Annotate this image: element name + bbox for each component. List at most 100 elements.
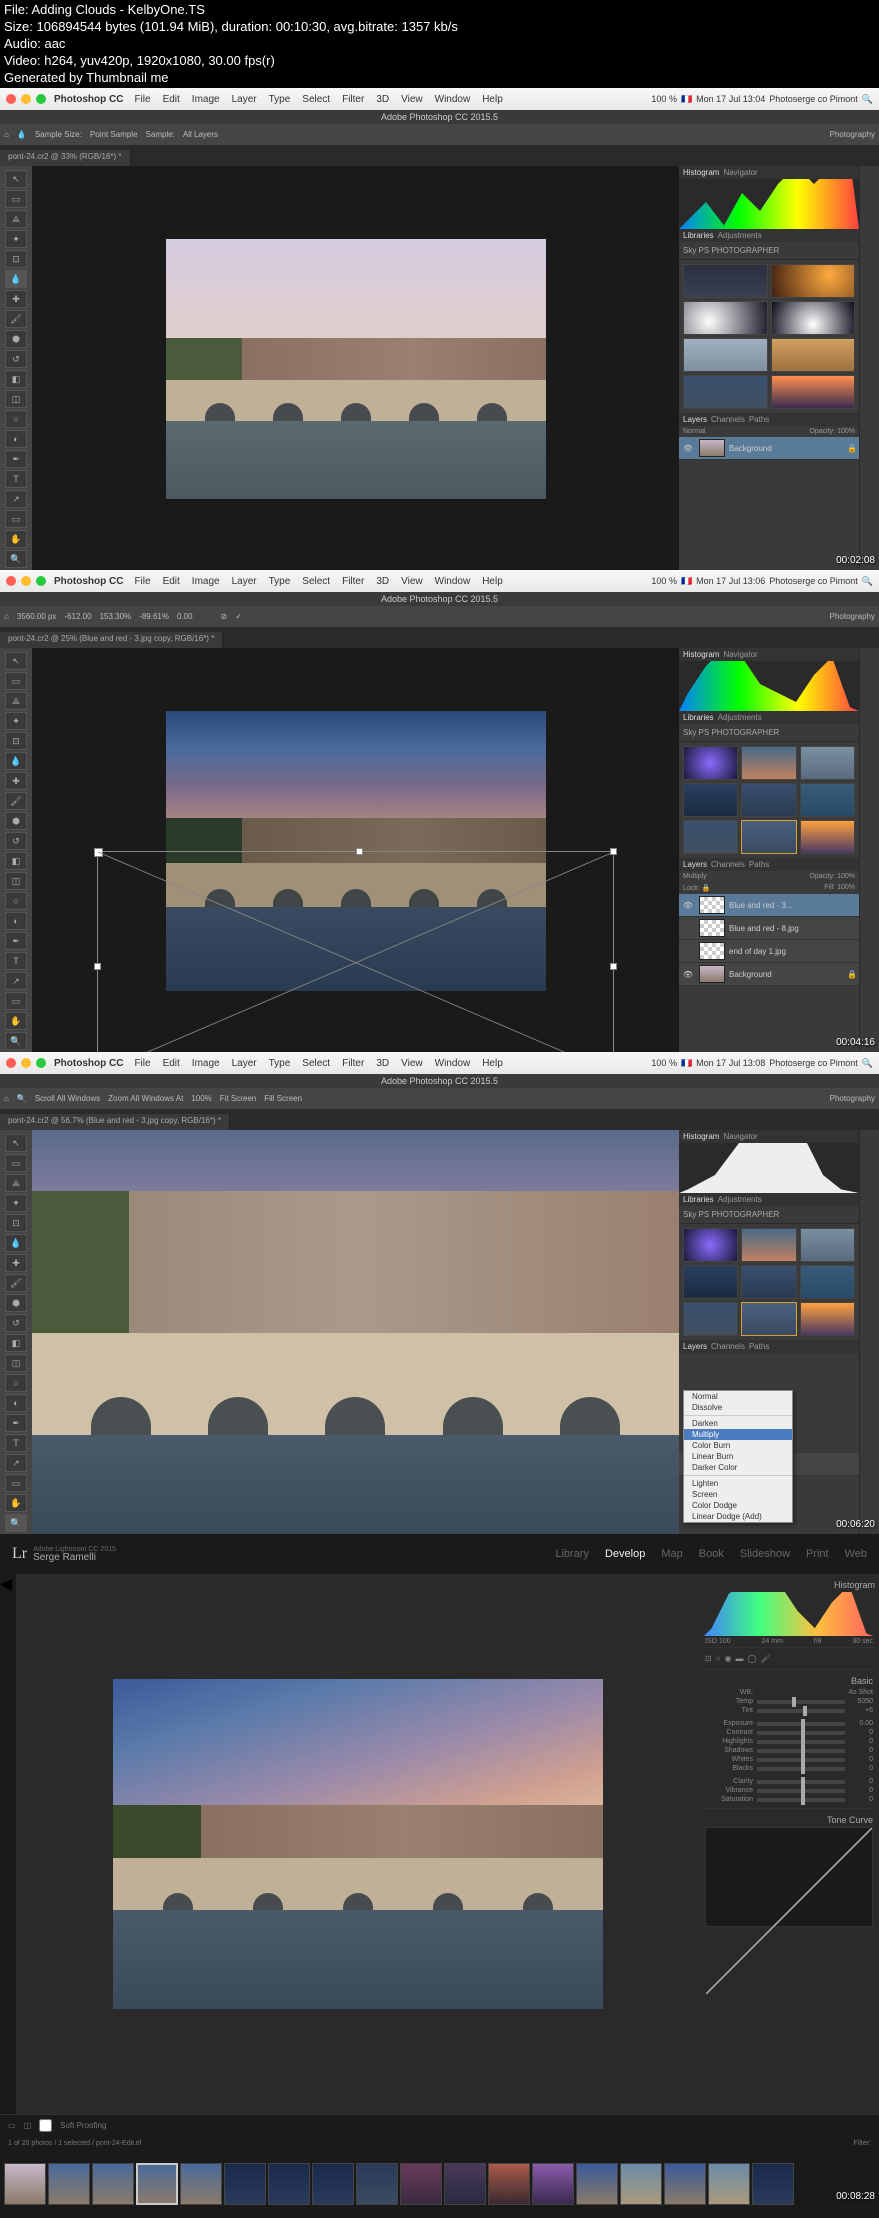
left-panel-collapsed[interactable]: ◀	[0, 1574, 16, 2114]
menu-image[interactable]: Image	[187, 1058, 225, 1069]
dodge-tool[interactable]: ◐	[5, 912, 27, 930]
lib-thumb[interactable]	[683, 820, 738, 854]
redeye-tool-icon[interactable]: ◉	[725, 1654, 732, 1663]
opt-fill-screen[interactable]: Fill Screen	[264, 1094, 302, 1103]
histogram-tab[interactable]: Histogram	[683, 650, 719, 659]
menu-3d[interactable]: 3D	[371, 576, 394, 587]
loupe-view[interactable]	[16, 1574, 699, 2114]
workspace-label[interactable]: Photography	[830, 1094, 875, 1103]
paths-tab[interactable]: Paths	[749, 1342, 769, 1351]
blur-tool[interactable]: ○	[5, 410, 27, 428]
move-tool[interactable]: ↖	[5, 1134, 27, 1152]
layer-thumbnail[interactable]	[699, 942, 725, 960]
menu-edit[interactable]: Edit	[158, 576, 185, 587]
menu-type[interactable]: Type	[264, 576, 296, 587]
window-controls[interactable]	[6, 1058, 46, 1068]
opt-100[interactable]: 100%	[191, 1094, 211, 1103]
type-tool[interactable]: T	[5, 1434, 27, 1452]
layer-sky-copy[interactable]: 👁 Blue and red - 3...	[679, 894, 859, 917]
eyedropper-icon[interactable]: 💧	[17, 130, 27, 139]
basic-panel-title[interactable]: Basic	[705, 1674, 873, 1688]
menu-window[interactable]: Window	[430, 1058, 476, 1069]
history-brush-tool[interactable]: ↺	[5, 350, 27, 368]
visibility-icon[interactable]	[681, 921, 695, 935]
library-name[interactable]: Sky PS PHOTOGRAPHER	[679, 1206, 859, 1224]
eyedropper-tool[interactable]: 💧	[5, 1234, 27, 1252]
paths-tab[interactable]: Paths	[749, 860, 769, 869]
lib-thumb[interactable]	[683, 1265, 738, 1299]
zoom-tool[interactable]: 🔍	[5, 550, 27, 568]
path-tool[interactable]: ↗	[5, 972, 27, 990]
menu-window[interactable]: Window	[430, 94, 476, 105]
wand-tool[interactable]: ✦	[5, 712, 27, 730]
menu-filter[interactable]: Filter	[337, 94, 369, 105]
layer-background[interactable]: 👁 Background 🔒	[679, 963, 859, 986]
gradient-tool[interactable]: ◫	[5, 1354, 27, 1372]
libraries-tab[interactable]: Libraries	[683, 1195, 714, 1204]
opt-zoom-all[interactable]: Zoom All Windows At	[108, 1094, 183, 1103]
vibrance-value[interactable]: 0	[849, 1787, 873, 1794]
filmstrip-thumb-active[interactable]	[136, 2163, 178, 2205]
filmstrip[interactable]	[0, 2150, 879, 2218]
histogram-tab[interactable]: Histogram	[683, 168, 719, 177]
wand-tool[interactable]: ✦	[5, 1194, 27, 1212]
search-icon[interactable]: 🔍	[862, 94, 873, 105]
eraser-tool[interactable]: ◧	[5, 370, 27, 388]
contrast-value[interactable]: 0	[849, 1729, 873, 1736]
transform-x[interactable]: 3560.00 px	[17, 612, 57, 621]
transform-handle[interactable]	[94, 963, 101, 970]
heal-tool[interactable]: ✚	[5, 772, 27, 790]
blend-mode-dropdown[interactable]: Normal Dissolve Darken Multiply Color Bu…	[683, 1390, 793, 1523]
whites-slider[interactable]	[757, 1758, 845, 1762]
lock-icon[interactable]: 🔒	[847, 444, 857, 453]
channels-tab[interactable]: Channels	[711, 860, 745, 869]
transform-handle[interactable]	[610, 963, 617, 970]
menu-select[interactable]: Select	[297, 94, 335, 105]
menu-file[interactable]: File	[129, 94, 155, 105]
lr-histogram[interactable]	[703, 1592, 875, 1636]
cancel-transform-icon[interactable]: ⊘	[221, 612, 228, 621]
eraser-tool[interactable]: ◧	[5, 852, 27, 870]
filmstrip-thumb[interactable]	[532, 2163, 574, 2205]
filmstrip-thumb[interactable]	[488, 2163, 530, 2205]
marquee-tool[interactable]: ▭	[5, 190, 27, 208]
lasso-tool[interactable]: ⟁	[5, 1174, 27, 1192]
blur-tool[interactable]: ○	[5, 892, 27, 910]
menu-window[interactable]: Window	[430, 576, 476, 587]
filmstrip-thumb[interactable]	[92, 2163, 134, 2205]
whites-value[interactable]: 0	[849, 1756, 873, 1763]
filmstrip-thumb[interactable]	[268, 2163, 310, 2205]
vibrance-slider[interactable]	[757, 1789, 845, 1793]
workspace-label[interactable]: Photography	[830, 130, 875, 139]
filmstrip-thumb[interactable]	[400, 2163, 442, 2205]
brush-tool[interactable]: 🖌	[5, 1274, 27, 1292]
dodge-tool[interactable]: ◐	[5, 1394, 27, 1412]
layer-thumbnail[interactable]	[699, 896, 725, 914]
navigator-tab[interactable]: Navigator	[723, 1132, 757, 1141]
history-brush-tool[interactable]: ↺	[5, 1314, 27, 1332]
wb-value[interactable]: As Shot	[757, 1689, 873, 1696]
canvas-area[interactable]	[32, 648, 679, 1054]
window-controls[interactable]	[6, 576, 46, 586]
path-tool[interactable]: ↗	[5, 490, 27, 508]
menu-edit[interactable]: Edit	[158, 94, 185, 105]
search-icon[interactable]: 🔍	[862, 576, 873, 587]
paths-tab[interactable]: Paths	[749, 415, 769, 424]
saturation-slider[interactable]	[757, 1798, 845, 1802]
menu-help[interactable]: Help	[477, 1058, 508, 1069]
menu-select[interactable]: Select	[297, 576, 335, 587]
transform-y[interactable]: -612.00	[64, 612, 91, 621]
lib-thumb[interactable]	[741, 783, 796, 817]
menu-layer[interactable]: Layer	[227, 94, 262, 105]
lib-thumb[interactable]	[683, 375, 768, 409]
menu-image[interactable]: Image	[187, 94, 225, 105]
window-controls[interactable]	[6, 94, 46, 104]
exposure-value[interactable]: 0.00	[849, 1720, 873, 1727]
module-map[interactable]: Map	[661, 1548, 682, 1560]
canvas-area[interactable]	[32, 1130, 679, 1536]
filmstrip-thumb[interactable]	[4, 2163, 46, 2205]
libraries-tab[interactable]: Libraries	[683, 231, 714, 240]
lib-thumb-selected[interactable]	[741, 820, 796, 854]
opt-fit-screen[interactable]: Fit Screen	[220, 1094, 256, 1103]
adjustments-tab[interactable]: Adjustments	[718, 231, 762, 240]
